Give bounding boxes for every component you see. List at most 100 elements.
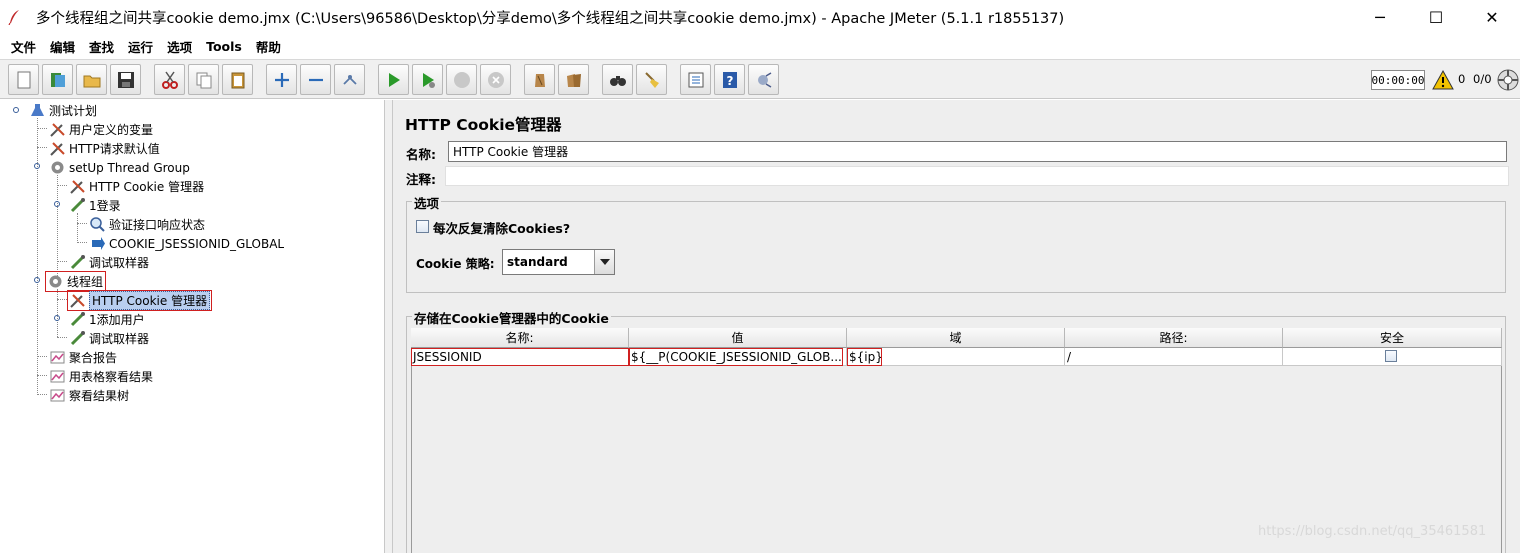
column-header-name[interactable]: 名称: bbox=[411, 328, 629, 348]
warning-icon[interactable] bbox=[1432, 69, 1454, 91]
menu-search[interactable]: 查找 bbox=[82, 37, 121, 56]
collapse-button[interactable] bbox=[300, 64, 331, 95]
menu-file[interactable]: 文件 bbox=[4, 37, 43, 56]
open-button[interactable] bbox=[76, 64, 107, 95]
remote-icon bbox=[757, 71, 771, 88]
collapse-handle-icon[interactable] bbox=[53, 200, 61, 208]
remote-button[interactable] bbox=[748, 64, 779, 95]
stop-icon bbox=[453, 71, 470, 88]
menu-tools[interactable]: Tools bbox=[199, 39, 249, 54]
policy-select[interactable]: standard bbox=[502, 249, 615, 275]
tree-node-user-vars[interactable]: 用户定义的变量 bbox=[48, 120, 153, 139]
clear-each-iteration-label: 每次反复清除Cookies? bbox=[433, 221, 571, 236]
new-button[interactable] bbox=[8, 64, 39, 95]
shutdown-button[interactable] bbox=[480, 64, 511, 95]
maximize-button[interactable]: ☐ bbox=[1408, 0, 1464, 34]
column-header-domain[interactable]: 域 bbox=[847, 328, 1065, 348]
expand-button[interactable] bbox=[266, 64, 297, 95]
thread-count: 0/0 bbox=[1473, 72, 1492, 86]
cookie-cell-name[interactable]: JSESSIONID bbox=[411, 348, 629, 366]
cookie-cell-path[interactable]: / bbox=[1065, 348, 1283, 366]
help-button[interactable]: ? bbox=[714, 64, 745, 95]
tree-node-http-defaults[interactable]: HTTP请求默认值 bbox=[48, 139, 160, 158]
cookie-cell-value[interactable]: ${__P(COOKIE_JSESSIONID_GLOB... bbox=[629, 348, 843, 366]
graph-icon bbox=[48, 368, 66, 385]
clear-button[interactable] bbox=[524, 64, 555, 95]
tree-node-label: 验证接口响应状态 bbox=[109, 218, 206, 232]
copy-icon bbox=[196, 72, 211, 88]
title-bar: 多个线程组之间共享cookie demo.jmx (C:\Users\96586… bbox=[0, 0, 1520, 34]
tree-node-login[interactable]: 1登录 bbox=[68, 196, 121, 215]
comment-field[interactable] bbox=[445, 166, 1509, 186]
tree-node-cookie-manager-setup[interactable]: HTTP Cookie 管理器 bbox=[68, 177, 204, 196]
wrench-icon bbox=[48, 140, 66, 157]
tree-node-label: 1登录 bbox=[89, 199, 121, 213]
running-status-icon bbox=[1497, 69, 1519, 91]
tree-node-jsessionid-global[interactable]: COOKIE_JSESSIONID_GLOBAL bbox=[88, 234, 284, 253]
menu-run[interactable]: 运行 bbox=[121, 37, 160, 56]
magnifier-icon bbox=[88, 216, 106, 233]
start-button[interactable] bbox=[378, 64, 409, 95]
paste-button[interactable] bbox=[222, 64, 253, 95]
tree-node-cookie-manager-selected[interactable]: HTTP Cookie 管理器 bbox=[66, 290, 213, 311]
function-helper-icon bbox=[688, 72, 703, 87]
tree-node-view-results-tree[interactable]: 察看结果树 bbox=[48, 386, 129, 405]
tree-node-assert-status[interactable]: 验证接口响应状态 bbox=[88, 215, 205, 234]
reset-search-button[interactable] bbox=[636, 64, 667, 95]
close-button[interactable]: ✕ bbox=[1464, 0, 1520, 34]
menu-help[interactable]: 帮助 bbox=[249, 37, 288, 56]
clear-all-icon bbox=[566, 73, 581, 87]
comment-label: 注释: bbox=[406, 172, 436, 187]
clear-each-iteration-checkbox[interactable] bbox=[416, 220, 429, 233]
start-no-pause-icon bbox=[422, 72, 435, 88]
tree-node-label: 测试计划 bbox=[49, 104, 98, 118]
copy-button[interactable] bbox=[188, 64, 219, 95]
secure-checkbox[interactable] bbox=[1385, 350, 1397, 362]
column-header-value[interactable]: 值 bbox=[629, 328, 847, 348]
tree-node-label: HTTP Cookie 管理器 bbox=[89, 180, 205, 194]
tree-node-add-user[interactable]: 1添加用户 bbox=[68, 310, 145, 329]
cookie-cell-domain-rest[interactable] bbox=[882, 348, 1065, 366]
name-field[interactable]: HTTP Cookie 管理器 bbox=[448, 141, 1507, 162]
tree-node-label: HTTP请求默认值 bbox=[69, 142, 160, 156]
cut-button[interactable] bbox=[154, 64, 185, 95]
tree-node-label: COOKIE_JSESSIONID_GLOBAL bbox=[109, 236, 285, 251]
tree-node-debug-sampler-1[interactable]: 调试取样器 bbox=[68, 253, 149, 272]
chevron-down-icon[interactable] bbox=[594, 250, 614, 274]
clear-all-button[interactable] bbox=[558, 64, 589, 95]
tree-node-label: 1添加用户 bbox=[89, 313, 145, 327]
tree-node-aggregate-report[interactable]: 聚合报告 bbox=[48, 348, 117, 367]
templates-icon bbox=[50, 72, 65, 87]
tree-node-setup-thread-group[interactable]: setUp Thread Group bbox=[48, 158, 190, 177]
minimize-button[interactable]: ─ bbox=[1352, 0, 1408, 34]
tree-node-debug-sampler-2[interactable]: 调试取样器 bbox=[68, 329, 149, 348]
search-button[interactable] bbox=[602, 64, 633, 95]
pane-splitter[interactable] bbox=[384, 100, 393, 553]
expand-handle-icon[interactable] bbox=[53, 314, 61, 322]
function-helper-button[interactable] bbox=[680, 64, 711, 95]
collapse-handle-icon[interactable] bbox=[33, 162, 41, 170]
start-no-pause-button[interactable] bbox=[412, 64, 443, 95]
graph-icon bbox=[48, 387, 66, 404]
column-header-secure[interactable]: 安全 bbox=[1283, 328, 1502, 348]
collapse-handle-icon[interactable] bbox=[33, 276, 41, 284]
toggle-button[interactable] bbox=[334, 64, 365, 95]
save-icon bbox=[117, 71, 134, 88]
tree-node-label: HTTP Cookie 管理器 bbox=[89, 291, 211, 310]
cookie-cell-secure[interactable] bbox=[1283, 348, 1502, 366]
menu-edit[interactable]: 编辑 bbox=[43, 37, 82, 56]
test-plan-tree: 测试计划 用户定义的变量 HTTP请求默认值 setUp Thread Grou… bbox=[0, 100, 384, 553]
tree-node-test-plan[interactable]: 测试计划 bbox=[28, 101, 97, 120]
menu-options[interactable]: 选项 bbox=[160, 37, 199, 56]
stop-button[interactable] bbox=[446, 64, 477, 95]
binoculars-icon bbox=[609, 75, 626, 86]
tree-node-view-results-table[interactable]: 用表格察看结果 bbox=[48, 367, 153, 386]
collapse-icon bbox=[308, 78, 323, 81]
cookie-cell-domain[interactable]: ${ip} bbox=[847, 348, 882, 366]
save-button[interactable] bbox=[110, 64, 141, 95]
templates-button[interactable] bbox=[42, 64, 73, 95]
column-header-path[interactable]: 路径: bbox=[1065, 328, 1283, 348]
collapse-handle-icon[interactable] bbox=[12, 106, 20, 114]
pipette-icon bbox=[68, 197, 86, 214]
tree-node-thread-group[interactable]: 线程组 bbox=[44, 271, 107, 292]
